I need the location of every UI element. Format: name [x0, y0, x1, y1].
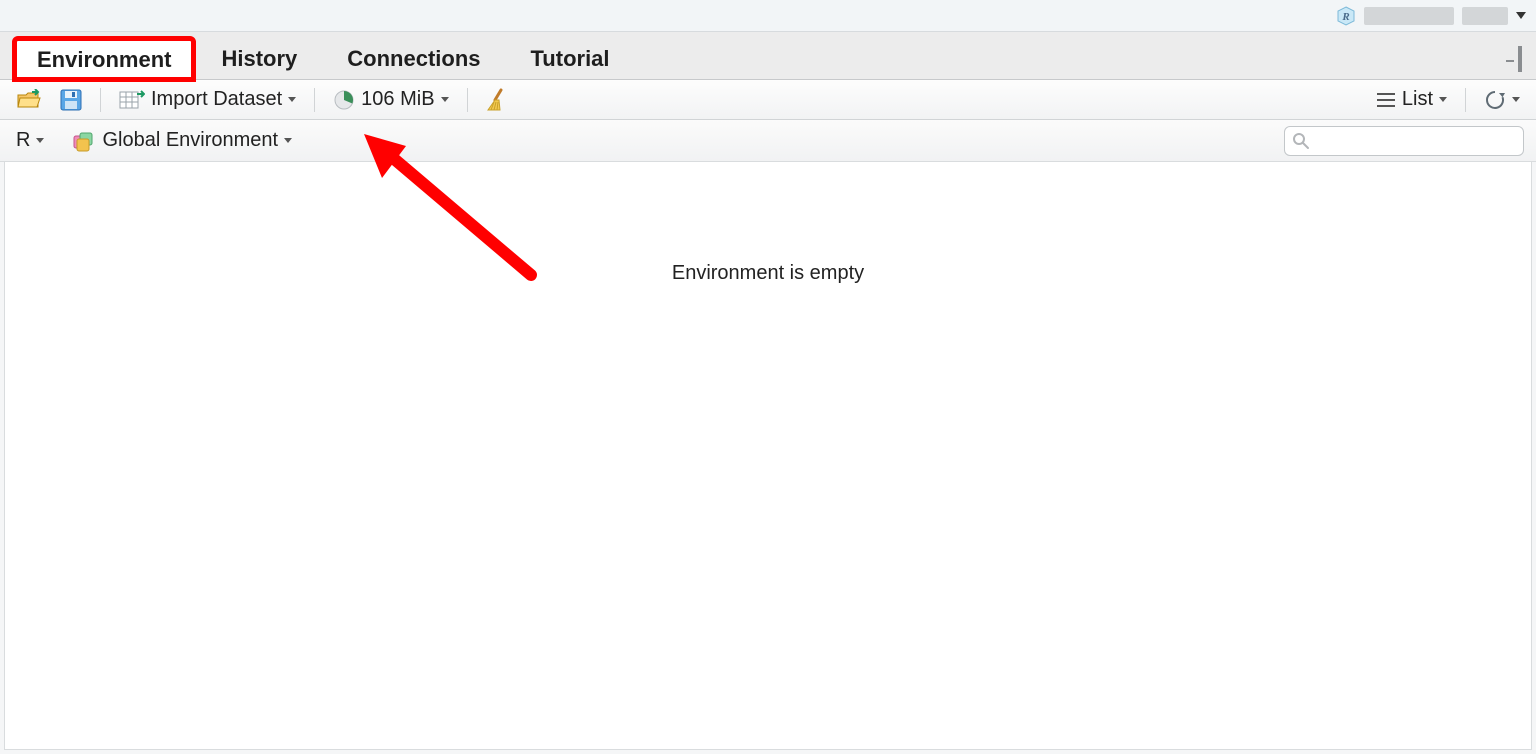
list-lines-icon — [1376, 91, 1396, 109]
grid-import-icon — [119, 89, 145, 111]
r-logo-icon: R — [1336, 6, 1356, 26]
environment-search — [1284, 126, 1524, 156]
environment-search-input[interactable] — [1284, 126, 1524, 156]
save-disk-icon — [60, 89, 82, 111]
refresh-button[interactable] — [1480, 85, 1524, 115]
tab-label: History — [221, 46, 297, 72]
environment-content: Environment is empty — [4, 162, 1532, 750]
project-menu-caret-icon[interactable] — [1516, 12, 1526, 19]
dropdown-caret-icon — [1512, 97, 1520, 102]
environment-empty-message: Environment is empty — [672, 262, 864, 285]
import-dataset-label: Import Dataset — [151, 88, 282, 111]
import-dataset-button[interactable]: Import Dataset — [115, 85, 300, 115]
search-icon — [1292, 132, 1310, 150]
pane-tab-row: Environment History Connections Tutorial — [0, 32, 1536, 80]
toolbar-separator — [1465, 88, 1466, 112]
memory-usage-button[interactable]: 106 MiB — [329, 85, 452, 115]
pane-maximize-icon[interactable] — [1518, 48, 1522, 71]
language-select-button[interactable]: R — [12, 126, 48, 156]
open-folder-icon — [16, 89, 42, 111]
refresh-icon — [1484, 89, 1506, 111]
stacked-squares-icon — [72, 130, 96, 152]
tab-tutorial[interactable]: Tutorial — [508, 37, 633, 79]
dropdown-caret-icon — [288, 97, 296, 102]
view-mode-label: List — [1402, 88, 1433, 111]
project-extra-chip[interactable] — [1462, 7, 1508, 25]
toolbar-separator — [467, 88, 468, 112]
environment-scope-button[interactable]: Global Environment — [68, 126, 296, 156]
svg-text:R: R — [1341, 11, 1349, 23]
pie-usage-icon — [333, 89, 355, 111]
tab-label: Connections — [347, 46, 480, 72]
project-name-chip[interactable] — [1364, 7, 1454, 25]
memory-usage-label: 106 MiB — [361, 88, 434, 111]
save-workspace-button[interactable] — [56, 85, 86, 115]
dropdown-caret-icon — [284, 138, 292, 143]
tab-history[interactable]: History — [198, 37, 320, 79]
dropdown-caret-icon — [441, 97, 449, 102]
toolbar-separator — [314, 88, 315, 112]
tab-environment[interactable]: Environment — [14, 38, 194, 80]
tab-label: Environment — [37, 47, 171, 73]
clear-workspace-button[interactable] — [482, 85, 514, 115]
environment-scope-bar: R Global Environment — [0, 120, 1536, 162]
dropdown-caret-icon — [36, 138, 44, 143]
app-top-strip: R — [0, 0, 1536, 32]
tab-label: Tutorial — [531, 46, 610, 72]
language-label: R — [16, 129, 30, 152]
broom-icon — [486, 88, 510, 112]
toolbar-separator — [100, 88, 101, 112]
environment-scope-label: Global Environment — [102, 129, 278, 152]
load-workspace-button[interactable] — [12, 85, 46, 115]
environment-toolbar: Import Dataset 106 MiB — [0, 80, 1536, 120]
dropdown-caret-icon — [1439, 97, 1447, 102]
view-mode-button[interactable]: List — [1372, 85, 1451, 115]
tab-connections[interactable]: Connections — [324, 37, 503, 79]
